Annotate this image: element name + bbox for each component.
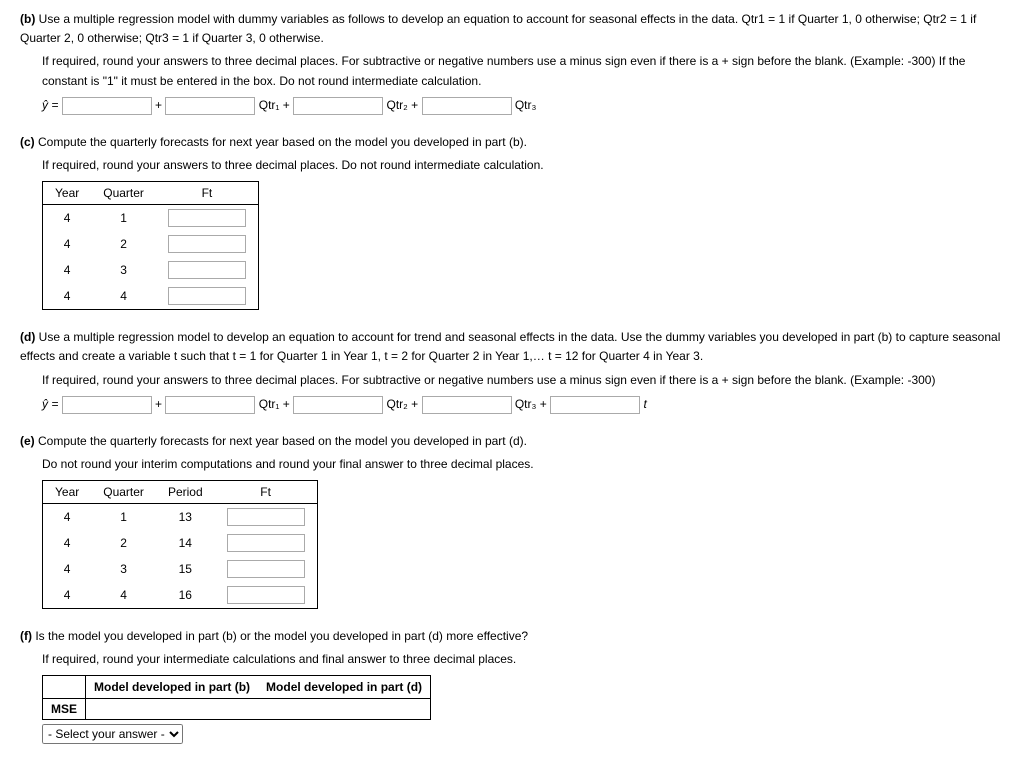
col-year: Year bbox=[43, 182, 92, 205]
part-d-equation: ŷ = + Qtr₁ + Qtr₂ + Qtr₃ + t bbox=[42, 396, 1004, 414]
qtr3-label: Qtr₃ bbox=[515, 98, 537, 112]
part-f-sub1: If required, round your intermediate cal… bbox=[42, 650, 1004, 669]
partc-ft-3[interactable] bbox=[168, 261, 246, 279]
part-c-main: Compute the quarterly forecasts for next… bbox=[38, 135, 527, 149]
part-f-table: Model developed in part (b) Model develo… bbox=[42, 675, 431, 720]
t-label: t bbox=[643, 397, 646, 411]
part-c-sub1: If required, round your answers to three… bbox=[42, 156, 1004, 175]
part-d: (d) Use a multiple regression model to d… bbox=[20, 328, 1004, 414]
table-row: 4 1 bbox=[43, 205, 259, 232]
table-row: 4 3 15 bbox=[43, 556, 318, 582]
partb-qtr2-input[interactable] bbox=[293, 97, 383, 115]
col-quarter-e: Quarter bbox=[91, 481, 156, 504]
col-ft: Ft bbox=[156, 182, 259, 205]
table-row: 4 2 14 bbox=[43, 530, 318, 556]
part-c-table: Year Quarter Ft 4 1 4 2 4 3 4 4 bbox=[42, 181, 259, 310]
table-row: 4 2 bbox=[43, 231, 259, 257]
table-row: 4 4 16 bbox=[43, 582, 318, 609]
partd-t-input[interactable] bbox=[550, 396, 640, 414]
col-period-e: Period bbox=[156, 481, 215, 504]
table-row: 4 3 bbox=[43, 257, 259, 283]
part-d-label: (d) bbox=[20, 330, 35, 344]
table-row: 4 4 bbox=[43, 283, 259, 310]
part-d-sub1: If required, round your answers to three… bbox=[42, 371, 1004, 390]
partc-ft-1[interactable] bbox=[168, 209, 246, 227]
part-b: (b) Use a multiple regression model with… bbox=[20, 10, 1004, 115]
partb-qtr1-input[interactable] bbox=[165, 97, 255, 115]
part-e-table: Year Quarter Period Ft 4 1 13 4 2 14 4 3… bbox=[42, 480, 318, 609]
part-f-label: (f) bbox=[20, 629, 32, 643]
qtr1-d-label: Qtr₁ + bbox=[259, 397, 290, 411]
table-row: 4 1 13 bbox=[43, 504, 318, 531]
part-b-main: Use a multiple regression model with dum… bbox=[20, 12, 976, 45]
part-e-sub1: Do not round your interim computations a… bbox=[42, 455, 1004, 474]
parte-ft-3[interactable] bbox=[227, 560, 305, 578]
qtr1-label: Qtr₁ + bbox=[259, 98, 290, 112]
partb-constant-input[interactable] bbox=[62, 97, 152, 115]
col-year-e: Year bbox=[43, 481, 92, 504]
table-row: MSE bbox=[43, 699, 431, 720]
qtr2-label: Qtr₂ + bbox=[386, 98, 418, 112]
part-b-label: (b) bbox=[20, 12, 35, 26]
col-model-b: Model developed in part (b) bbox=[86, 676, 259, 699]
partd-qtr2-input[interactable] bbox=[293, 396, 383, 414]
partc-ft-2[interactable] bbox=[168, 235, 246, 253]
mse-label: MSE bbox=[43, 699, 86, 720]
part-c-label: (c) bbox=[20, 135, 35, 149]
partd-constant-input[interactable] bbox=[62, 396, 152, 414]
part-b-sub1: If required, round your answers to three… bbox=[42, 52, 1004, 90]
qtr3-d-label: Qtr₃ + bbox=[515, 397, 547, 411]
partd-qtr1-input[interactable] bbox=[165, 396, 255, 414]
part-e-label: (e) bbox=[20, 434, 35, 448]
part-e-main: Compute the quarterly forecasts for next… bbox=[38, 434, 527, 448]
part-f: (f) Is the model you developed in part (… bbox=[20, 627, 1004, 744]
plus-1: + bbox=[155, 98, 162, 112]
partc-ft-4[interactable] bbox=[168, 287, 246, 305]
part-d-main: Use a multiple regression model to devel… bbox=[20, 330, 1000, 363]
col-ft-e: Ft bbox=[215, 481, 318, 504]
qtr2-d-label: Qtr₂ + bbox=[386, 397, 418, 411]
yhat-label: ŷ = bbox=[42, 98, 58, 112]
part-c: (c) Compute the quarterly forecasts for … bbox=[20, 133, 1004, 310]
yhat-label-d: ŷ = bbox=[42, 397, 58, 411]
parte-ft-1[interactable] bbox=[227, 508, 305, 526]
partb-qtr3-input[interactable] bbox=[422, 97, 512, 115]
col-model-d: Model developed in part (d) bbox=[258, 676, 431, 699]
part-f-main: Is the model you developed in part (b) o… bbox=[35, 629, 528, 643]
col-quarter: Quarter bbox=[91, 182, 156, 205]
parte-ft-4[interactable] bbox=[227, 586, 305, 604]
part-e: (e) Compute the quarterly forecasts for … bbox=[20, 432, 1004, 609]
plus-d1: + bbox=[155, 397, 162, 411]
partf-select[interactable]: - Select your answer - bbox=[42, 724, 183, 744]
parte-ft-2[interactable] bbox=[227, 534, 305, 552]
partd-qtr3-input[interactable] bbox=[422, 396, 512, 414]
part-b-equation: ŷ = + Qtr₁ + Qtr₂ + Qtr₃ bbox=[42, 97, 1004, 115]
